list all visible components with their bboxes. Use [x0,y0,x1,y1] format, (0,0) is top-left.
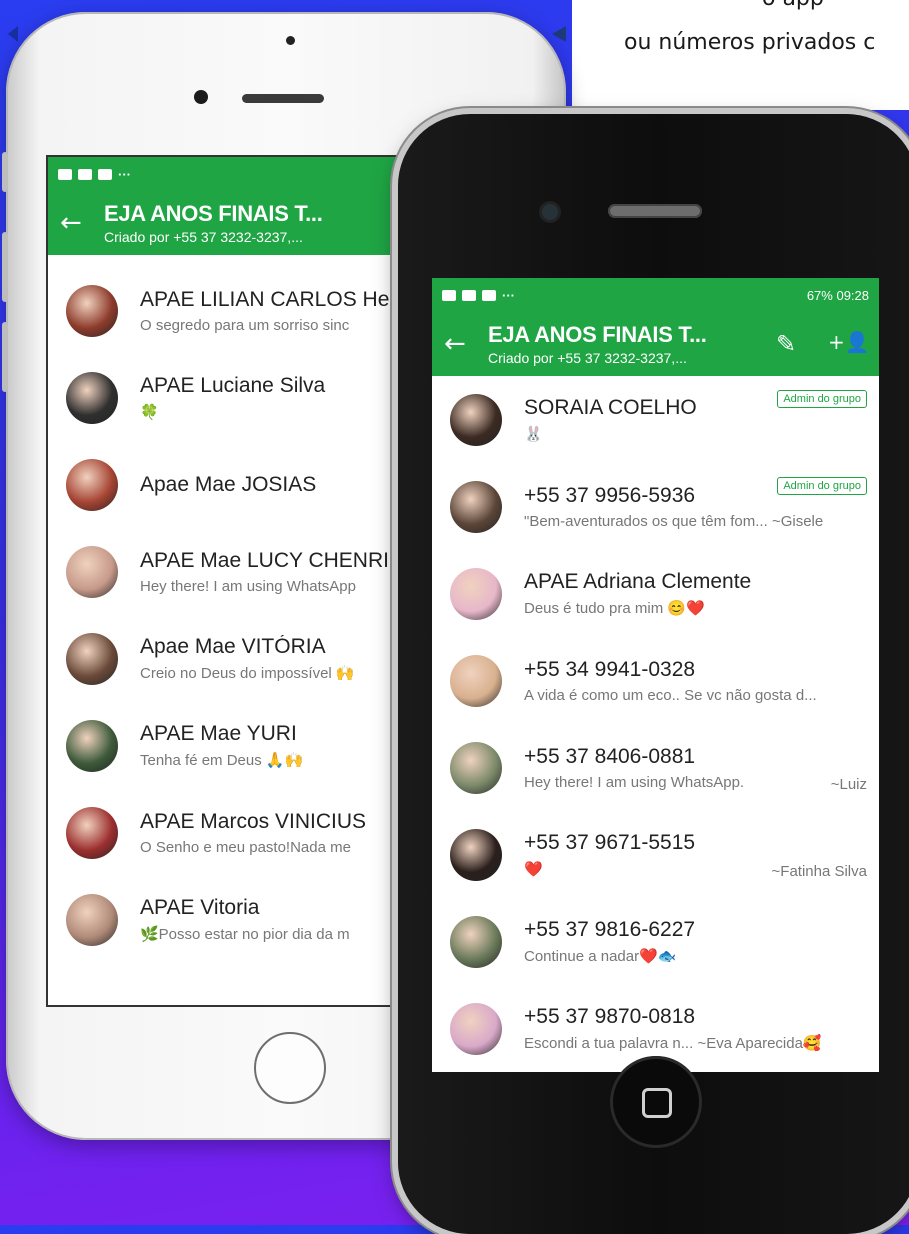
member-signature: ~Luiz [830,776,867,793]
member-avatar[interactable] [66,284,118,337]
member-avatar[interactable] [450,741,502,794]
youtube-icon [462,289,476,301]
home-square-icon [642,1088,672,1118]
black-phone: ··· 67% 09:28 ← EJA ANOS FINAIS T... Cri… [398,114,909,1234]
member-text: +55 37 8406-0881 Hey there! I am using Wh… [524,745,879,791]
member-avatar[interactable] [450,828,502,881]
member-avatar[interactable] [450,567,502,620]
group-subtitle: Criado por +55 37 3232-3237,... [104,229,303,245]
member-row[interactable]: APAE Adriana Clemente Deus é tudo pra mim… [432,550,879,637]
caption-line-2: ou números privados c [624,30,876,55]
member-status: Escondi a tua palavra n... ~Eva Aparecid… [524,1035,822,1052]
group-app-bar: ← EJA ANOS FINAIS T... Criado por +55 37… [432,312,879,376]
member-row[interactable]: +55 37 9956-5936 "Bem-aventurados os que … [432,463,879,550]
caption-line-1: o app [762,0,824,11]
member-status: "Bem-aventurados os que têm fom... ~Gise… [524,512,824,530]
admin-badge: Admin do grupo [777,477,867,495]
member-avatar[interactable] [66,893,118,946]
triangle-decoration-mid [552,26,566,42]
front-camera [542,204,558,220]
group-title: EJA ANOS FINAIS T... [104,201,323,226]
group-subtitle: Criado por +55 37 3232-3237,... [488,350,687,366]
member-status: Deus é tudo pra mim 😊❤️ [524,600,705,617]
background-caption-panel: o app ou números privados c [572,0,909,110]
member-avatar[interactable] [450,1002,502,1055]
add-participant-icon[interactable]: +👤 [828,330,870,354]
member-text: +55 37 9870-0818 Escondi a tua palavra n.… [524,1005,879,1052]
member-row[interactable]: +55 34 9941-0328 A vida é como um eco.. S… [432,637,879,724]
group-title-block[interactable]: EJA ANOS FINAIS T... Criado por +55 37 3… [488,322,707,366]
battery-time-status: 67% 09:28 [806,287,869,303]
member-avatar[interactable] [450,654,502,707]
home-button[interactable] [254,1032,326,1104]
member-status: Continue a nadar❤️🐟 [524,948,677,965]
member-list: SORAIA COELHO 🐰 Admin do grupo +55 37 9956-… [432,376,879,1072]
message-icon [482,289,496,301]
member-row[interactable]: SORAIA COELHO 🐰 Admin do grupo [432,376,879,463]
notification-icons: ··· [442,288,515,303]
more-notifications: ··· [118,166,131,182]
member-name: APAE Adriana Clemente [524,570,752,593]
member-text: +55 37 9816-6227 Continue a nadar❤️🐟 [524,918,879,965]
group-title-block[interactable]: EJA ANOS FINAIS T... Criado por +55 37 3… [104,201,323,245]
gallery-icon [58,168,72,180]
member-name: +55 37 8406-0881 [524,744,696,768]
volume-up-button [2,232,8,302]
member-row[interactable]: +55 37 9816-6227 Continue a nadar❤️🐟 [432,898,879,985]
youtube-icon [78,168,92,180]
member-avatar[interactable] [66,545,118,598]
edit-pencil-icon[interactable]: ✎ [776,330,796,358]
member-status: Hey there! I am using WhatsApp. [524,773,745,791]
earpiece-speaker [608,204,702,218]
admin-badge: Admin do grupo [777,390,867,408]
member-avatar[interactable] [66,458,118,511]
member-status: A vida é como um eco.. Se vc não gosta d… [524,686,817,704]
member-signature: ~Fatinha Silva [771,863,867,880]
member-avatar[interactable] [66,371,118,424]
message-icon [98,168,112,180]
member-row[interactable]: +55 37 9671-5515 ❤️ ~Fatinha Silva [432,811,879,898]
home-button[interactable] [610,1056,702,1148]
back-arrow-icon[interactable]: ← [60,208,104,238]
status-bar: ··· 67% 09:28 [432,278,879,312]
member-status: 🐰 [524,426,543,443]
volume-down-button [2,322,8,392]
member-avatar[interactable] [66,806,118,859]
member-name: +55 37 9671-5515 [524,831,696,854]
mute-switch [2,152,8,192]
back-arrow-icon[interactable]: ← [444,329,488,359]
front-camera [194,90,208,104]
more-notifications: ··· [502,287,515,303]
notification-icons: ··· [58,167,131,182]
triangle-decoration-left [8,26,18,42]
member-name: +55 37 9816-6227 [524,918,696,941]
group-title: EJA ANOS FINAIS T... [488,322,707,347]
member-name: +55 37 9870-0818 [524,1005,696,1028]
member-text: +55 34 9941-0328 A vida é como um eco.. S… [524,658,879,704]
earpiece-speaker [242,94,324,103]
right-phone-screen: ··· 67% 09:28 ← EJA ANOS FINAIS T... Cri… [432,278,879,1072]
member-avatar[interactable] [66,719,118,772]
sensor-dot [286,36,295,45]
member-avatar[interactable] [450,393,502,446]
gallery-icon [442,289,456,301]
member-avatar[interactable] [66,632,118,685]
member-row[interactable]: +55 37 8406-0881 Hey there! I am using Wh… [432,724,879,811]
member-name: +55 34 9941-0328 [524,657,696,681]
member-text: APAE Adriana Clemente Deus é tudo pra mim… [524,570,879,617]
member-avatar[interactable] [450,915,502,968]
member-avatar[interactable] [450,480,502,533]
